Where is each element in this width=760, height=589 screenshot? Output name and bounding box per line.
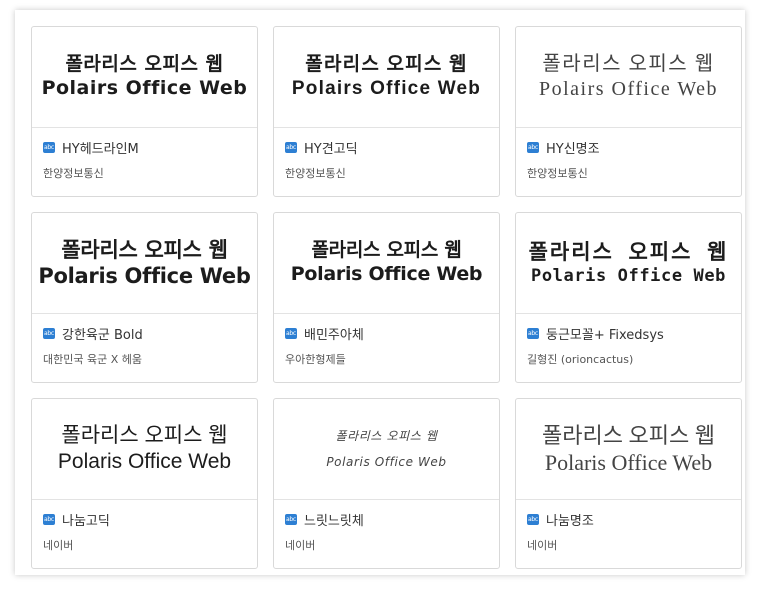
font-card-grid: 폴라리스 오피스 웹 Polairs Office Web abc HY헤드라인… <box>31 26 742 569</box>
abc-font-icon: abc <box>43 141 55 153</box>
font-maker: 네이버 <box>43 539 74 552</box>
font-card-nanum-myeongjo[interactable]: 폴라리스 오피스 웹 Polaris Office Web abc 나눔명조 네… <box>515 398 742 569</box>
preview-line-korean: 폴라리스 오피스 웹 <box>61 237 228 262</box>
abc-font-icon: abc <box>285 513 297 525</box>
preview-line-english: Polairs Office Web <box>291 78 482 99</box>
font-maker: 우아한형제들 <box>285 353 346 366</box>
preview-line-english: Polaris Office Web <box>290 263 483 285</box>
font-name-row: abc 배민주아체 <box>285 324 487 343</box>
font-info: abc HY견고딕 한양정보통신 <box>274 128 499 181</box>
font-name: 둥근모꼴+ Fixedsys <box>546 327 664 343</box>
preview-line-korean: 폴라리스 오피스 웹 <box>542 422 715 448</box>
abc-font-icon: abc <box>527 327 539 339</box>
preview-line-korean: 폴라리스 오피스 웹 <box>528 240 729 265</box>
preview-line-english: Polaris Office Web <box>38 264 251 288</box>
font-info: abc 둥근모꼴+ Fixedsys 길형진 (orioncactus) <box>516 314 741 367</box>
font-info: abc HY신명조 한양정보통신 <box>516 128 741 181</box>
font-name-row: abc 둥근모꼴+ Fixedsys <box>527 324 729 343</box>
preview-line-korean: 폴라리스 오피스 웹 <box>311 239 462 262</box>
preview-line-english: Polairs Office Web <box>41 77 248 99</box>
font-card-hy-headline[interactable]: 폴라리스 오피스 웹 Polairs Office Web abc HY헤드라인… <box>31 26 258 197</box>
font-preview[interactable]: 폴라리스 오피스 웹 Polaris Office Web <box>32 213 257 314</box>
preview-line-korean: 폴라리스 오피스 웹 <box>542 53 715 75</box>
font-card-fixedsys[interactable]: 폴라리스 오피스 웹 Polaris Office Web abc 둥근모꼴+ … <box>515 212 742 383</box>
font-preview[interactable]: 폴라리스 오피스 웹 Polaris Office Web <box>32 399 257 500</box>
font-preview[interactable]: 폴라리스 오피스 웹 Polairs Office Web <box>274 27 499 128</box>
abc-font-icon: abc <box>43 513 55 525</box>
preview-line-korean: 폴라리스 오피스 웹 <box>61 423 228 447</box>
font-name: HY신명조 <box>546 141 600 157</box>
font-name-row: abc HY견고딕 <box>285 138 487 157</box>
font-gallery-panel: 폴라리스 오피스 웹 Polairs Office Web abc HY헤드라인… <box>15 10 745 575</box>
font-card-slow-handwriting[interactable]: 폴라리스 오피스 웹 Polaris Office Web abc 느릿느릿체 … <box>273 398 500 569</box>
abc-font-icon: abc <box>285 141 297 153</box>
abc-font-icon: abc <box>285 327 297 339</box>
preview-line-english: Polaris Office Web <box>57 450 232 473</box>
font-maker: 네이버 <box>285 539 316 552</box>
font-name-row: abc 나눔명조 <box>527 510 729 529</box>
font-info: abc 나눔명조 네이버 <box>516 500 741 553</box>
font-info: abc HY헤드라인M 한양정보통신 <box>32 128 257 181</box>
font-name-row: abc 나눔고딕 <box>43 510 245 529</box>
font-card-baemin-jua[interactable]: 폴라리스 오피스 웹 Polaris Office Web abc 배민주아체 … <box>273 212 500 383</box>
font-name: 나눔고딕 <box>62 513 110 529</box>
font-preview[interactable]: 폴라리스 오피스 웹 Polaris Office Web <box>274 213 499 314</box>
font-preview[interactable]: 폴라리스 오피스 웹 Polaris Office Web <box>516 213 741 314</box>
font-preview[interactable]: 폴라리스 오피스 웹 Polaris Office Web <box>516 399 741 500</box>
font-name: HY견고딕 <box>304 141 358 157</box>
font-info: abc 강한육군 Bold 대한민국 육군 X 헤움 <box>32 314 257 367</box>
font-card-nanum-gothic[interactable]: 폴라리스 오피스 웹 Polaris Office Web abc 나눔고딕 네… <box>31 398 258 569</box>
font-maker: 한양정보통신 <box>285 167 346 180</box>
font-maker: 네이버 <box>527 539 558 552</box>
font-name-row: abc 강한육군 Bold <box>43 324 245 343</box>
preview-line-english: Polairs Office Web <box>538 78 719 100</box>
font-name: 나눔명조 <box>546 513 594 529</box>
font-name-row: abc 느릿느릿체 <box>285 510 487 529</box>
font-preview[interactable]: 폴라리스 오피스 웹 Polairs Office Web <box>32 27 257 128</box>
abc-font-icon: abc <box>43 327 55 339</box>
abc-font-icon: abc <box>527 141 539 153</box>
font-preview[interactable]: 폴라리스 오피스 웹 Polairs Office Web <box>516 27 741 128</box>
preview-line-english: Polaris Office Web <box>544 450 713 475</box>
font-maker: 한양정보통신 <box>527 167 588 180</box>
font-maker: 한양정보통신 <box>43 167 104 180</box>
font-card-army-bold[interactable]: 폴라리스 오피스 웹 Polaris Office Web abc 강한육군 B… <box>31 212 258 383</box>
font-maker: 대한민국 육군 X 헤움 <box>43 353 142 366</box>
font-maker: 길형진 (orioncactus) <box>527 353 634 366</box>
font-info: abc 배민주아체 우아한형제들 <box>274 314 499 367</box>
preview-line-korean: 폴라리스 오피스 웹 <box>335 428 438 443</box>
font-name: 느릿느릿체 <box>304 513 364 529</box>
font-name-row: abc HY헤드라인M <box>43 138 245 157</box>
font-name: 배민주아체 <box>304 327 364 343</box>
font-info: abc 느릿느릿체 네이버 <box>274 500 499 553</box>
preview-line-korean: 폴라리스 오피스 웹 <box>305 54 468 76</box>
preview-line-english: Polaris Office Web <box>530 265 727 286</box>
font-card-hy-gyeongothic[interactable]: 폴라리스 오피스 웹 Polairs Office Web abc HY견고딕 … <box>273 26 500 197</box>
font-info: abc 나눔고딕 네이버 <box>32 500 257 553</box>
preview-line-english: Polaris Office Web <box>326 455 447 469</box>
abc-font-icon: abc <box>527 513 539 525</box>
font-preview[interactable]: 폴라리스 오피스 웹 Polaris Office Web <box>274 399 499 500</box>
font-name-row: abc HY신명조 <box>527 138 729 157</box>
font-name: 강한육군 Bold <box>62 327 143 343</box>
preview-line-korean: 폴라리스 오피스 웹 <box>65 53 224 76</box>
font-name: HY헤드라인M <box>62 141 139 157</box>
font-card-hy-sinmyeongjo[interactable]: 폴라리스 오피스 웹 Polairs Office Web abc HY신명조 … <box>515 26 742 197</box>
